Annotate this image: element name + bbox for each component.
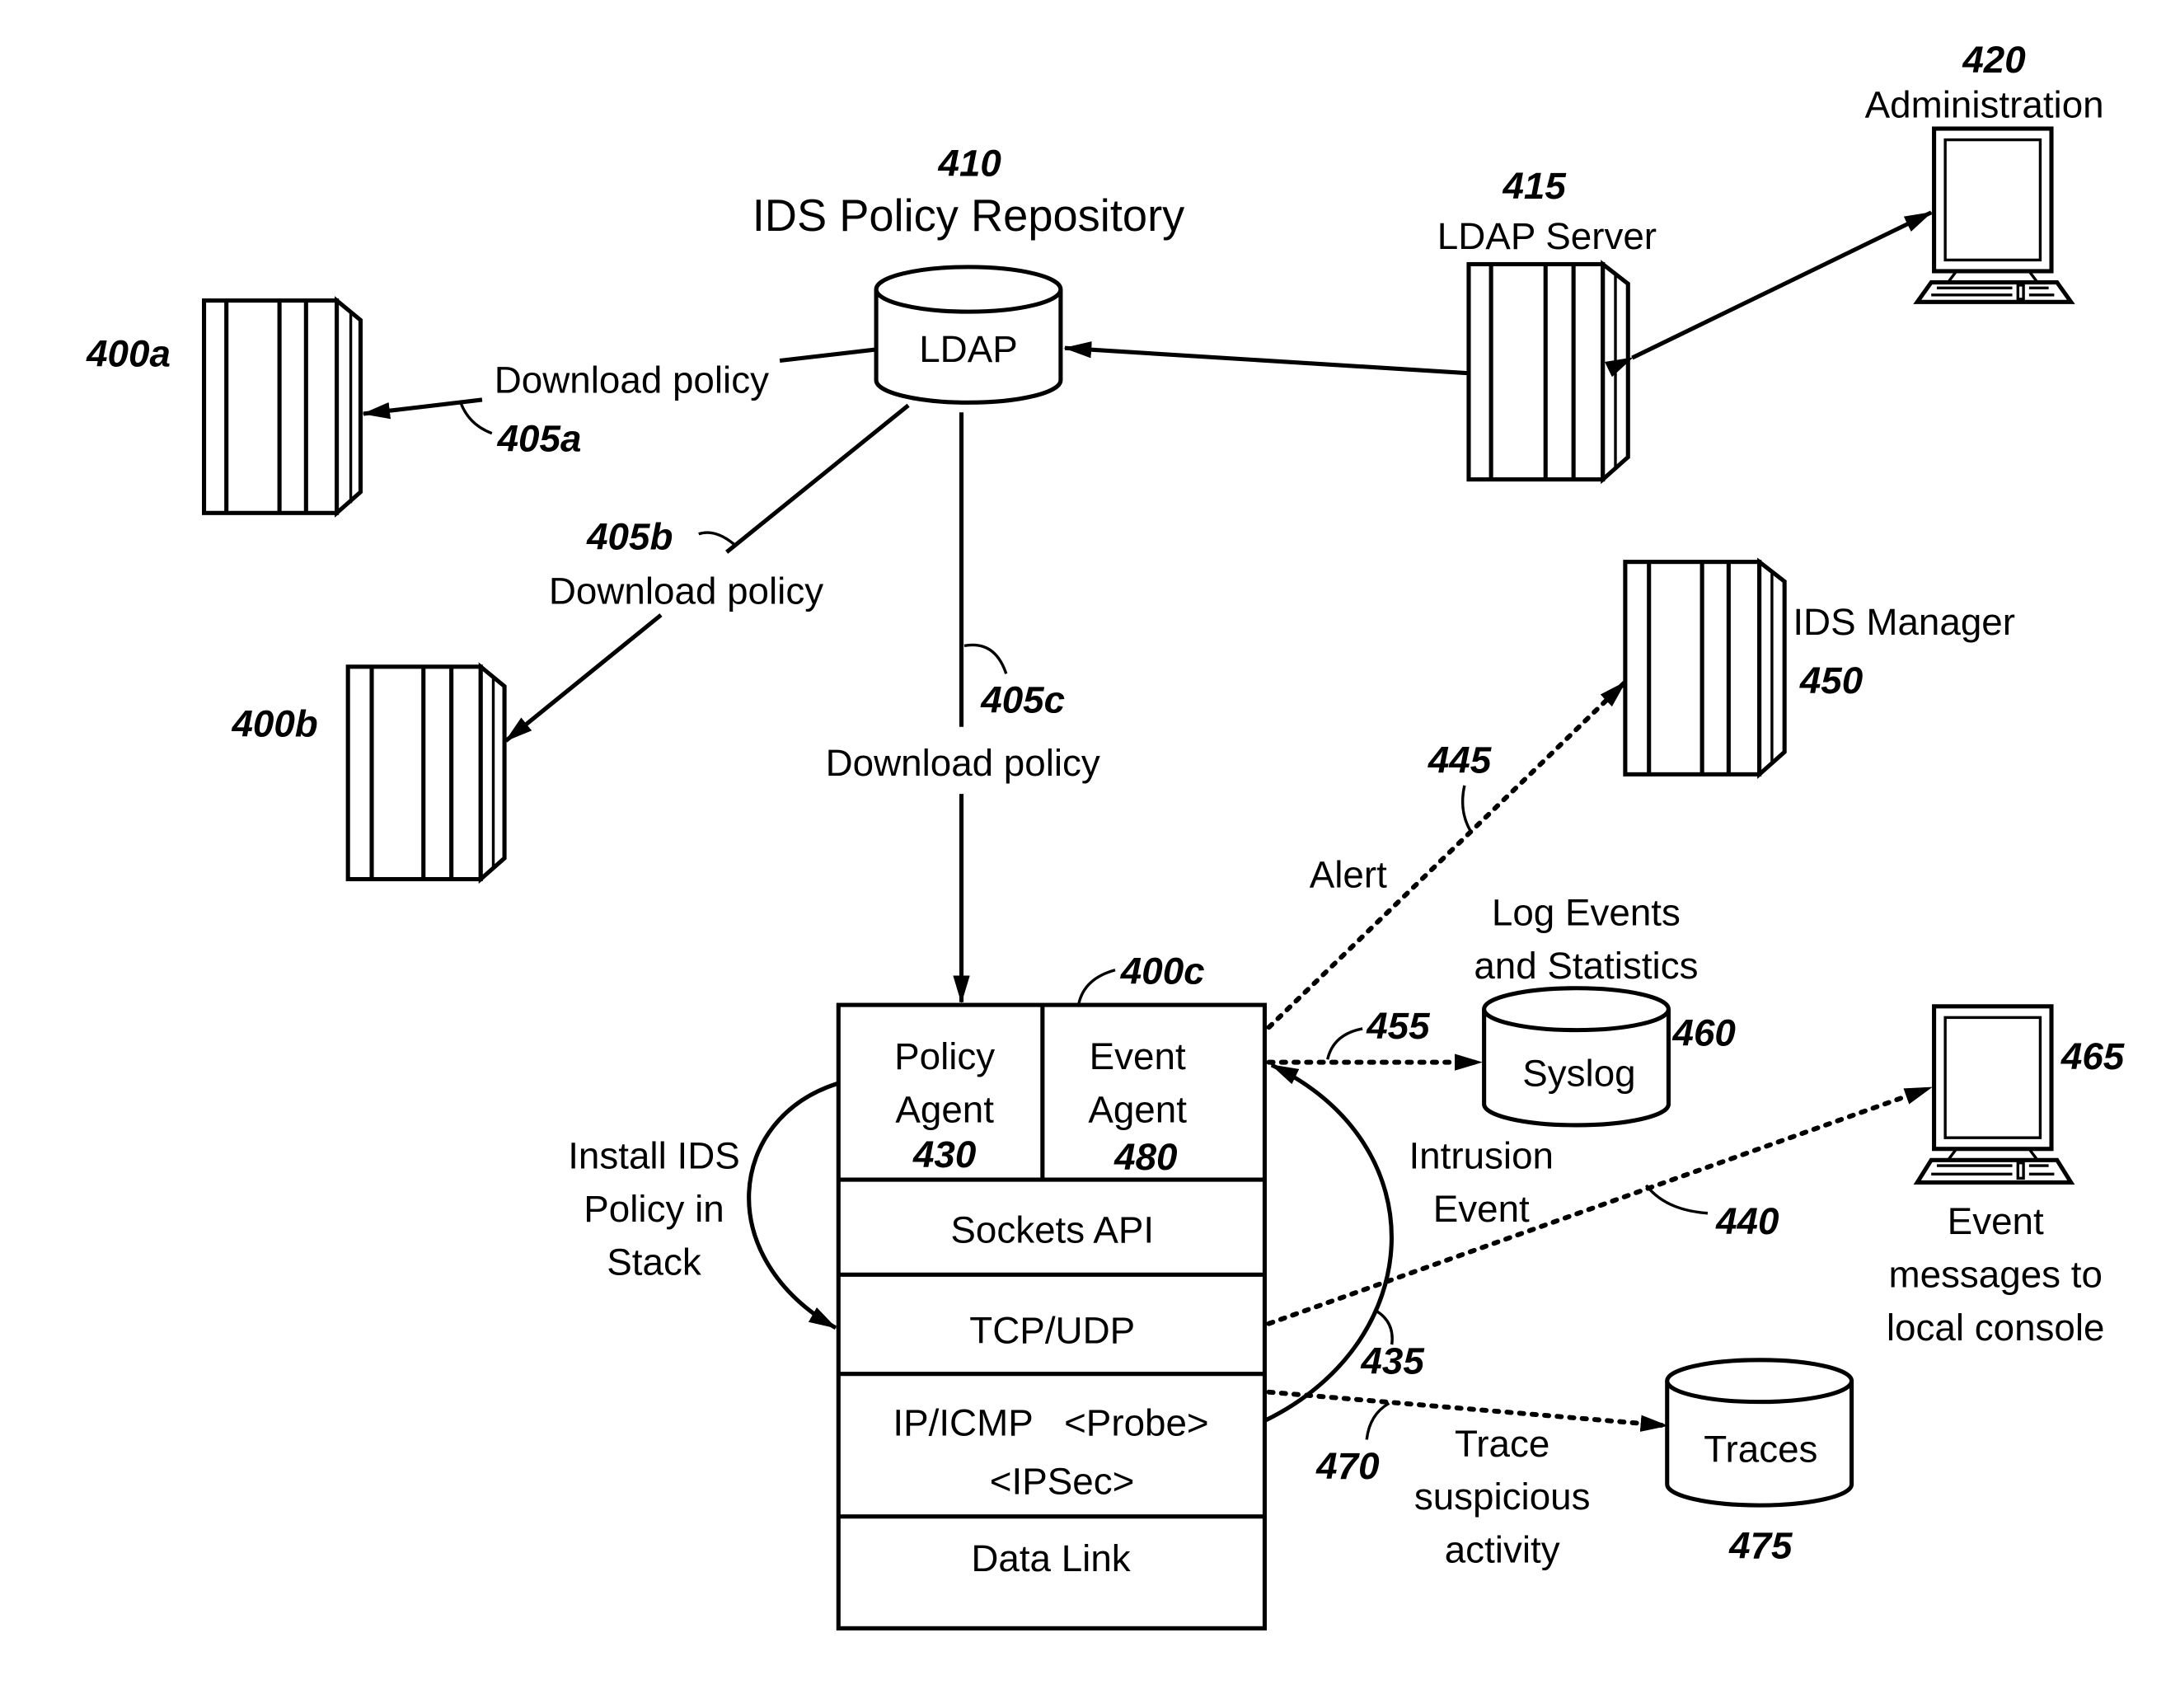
leader-line bbox=[459, 403, 493, 435]
ref-460: 460 bbox=[1672, 1011, 1736, 1053]
host-400b: 400b bbox=[231, 662, 507, 884]
server-icon bbox=[1623, 557, 1787, 780]
flow-455: 455 bbox=[1266, 1005, 1484, 1071]
leader-line bbox=[1460, 785, 1472, 832]
sockets-api-layer: Sockets API bbox=[950, 1208, 1154, 1250]
event-agent-line2: Agent bbox=[1088, 1089, 1187, 1131]
trace-arrow bbox=[1266, 1389, 1670, 1432]
leader-line bbox=[1326, 1027, 1363, 1060]
administration-label: Administration bbox=[1865, 83, 2104, 125]
event-agent-line1: Event bbox=[1090, 1035, 1186, 1077]
intrusion-label-line1: Intrusion bbox=[1409, 1134, 1554, 1176]
tcp-udp-layer: TCP/UDP bbox=[969, 1309, 1135, 1351]
ref-405b: 405b bbox=[586, 515, 673, 557]
syslog-label: Syslog bbox=[1522, 1052, 1635, 1094]
flow-405b-label: Download policy bbox=[549, 570, 823, 612]
flow-405a-label: Download policy bbox=[495, 359, 769, 401]
ref-475: 475 bbox=[1728, 1525, 1793, 1567]
ref-465: 465 bbox=[2060, 1035, 2125, 1077]
flow-470: 470 Trace suspicious activity bbox=[1266, 1389, 1670, 1571]
traces-label: Traces bbox=[1704, 1429, 1817, 1471]
ref-400a: 400a bbox=[86, 332, 171, 374]
computer-icon bbox=[1913, 1004, 2075, 1185]
ldap-db-label: LDAP bbox=[919, 328, 1018, 370]
local-console: 465 Event messages to local console bbox=[1887, 1004, 2125, 1349]
flow-405b-line-upper bbox=[725, 403, 910, 554]
syslog: Log Events and Statistics Syslog 460 bbox=[1474, 891, 1736, 1128]
console-caption-line1: Event bbox=[1948, 1200, 2044, 1242]
alert-label: Alert bbox=[1310, 854, 1387, 896]
ref-400b: 400b bbox=[231, 703, 317, 745]
computer-icon bbox=[1913, 126, 2075, 304]
ip-icmp-layer-line2: <IPSec> bbox=[990, 1461, 1135, 1503]
install-label-line2: Policy in bbox=[584, 1188, 724, 1230]
ids-architecture-diagram: 410 IDS Policy Repository LDAP 400a 400b bbox=[86, 39, 2125, 1631]
flow-405c-label: Download policy bbox=[826, 742, 1100, 784]
ref-420: 420 bbox=[1962, 39, 2025, 81]
flow-405c: 405c Download policy bbox=[826, 412, 1100, 1004]
flow-405b-arrow bbox=[504, 613, 663, 743]
ref-415: 415 bbox=[1502, 165, 1566, 207]
server-icon bbox=[1466, 260, 1630, 485]
syslog-caption-line2: and Statistics bbox=[1474, 945, 1698, 987]
ref-445: 445 bbox=[1428, 739, 1492, 781]
data-link-layer: Data Link bbox=[971, 1537, 1130, 1579]
ids-manager-label: IDS Manager bbox=[1793, 601, 2015, 643]
console-caption-line3: local console bbox=[1887, 1307, 2105, 1349]
ref-410: 410 bbox=[938, 143, 1001, 185]
leader-line bbox=[1644, 1184, 1709, 1215]
install-policy-arrow bbox=[747, 1081, 840, 1330]
leader-line bbox=[1365, 1401, 1390, 1440]
policy-agent-line1: Policy bbox=[894, 1035, 995, 1077]
ldap-server-label: LDAP Server bbox=[1437, 215, 1657, 257]
ref-430: 430 bbox=[912, 1133, 976, 1175]
ref-480: 480 bbox=[1113, 1136, 1177, 1178]
trace-label-line2: suspicious bbox=[1414, 1476, 1591, 1518]
trace-label-line3: activity bbox=[1445, 1529, 1560, 1571]
trace-label-line1: Trace bbox=[1455, 1423, 1549, 1465]
install-label-line3: Stack bbox=[607, 1241, 701, 1283]
leader-line bbox=[963, 643, 1008, 674]
ref-450: 450 bbox=[1799, 659, 1863, 702]
ip-icmp-layer-line1: IP/ICMP <Probe> bbox=[893, 1401, 1208, 1443]
flow-405a: Download policy 405a bbox=[362, 347, 877, 460]
ids-manager: IDS Manager 450 bbox=[1623, 557, 2015, 780]
ref-405c: 405c bbox=[980, 679, 1065, 721]
ref-455: 455 bbox=[1366, 1005, 1430, 1047]
syslog-caption-line1: Log Events bbox=[1492, 891, 1681, 933]
traces: Traces 475 bbox=[1665, 1358, 1854, 1567]
admin-ldap-server-link bbox=[1604, 210, 1933, 378]
host-400a: 400a bbox=[86, 296, 363, 518]
policy-agent-line2: Agent bbox=[895, 1089, 994, 1131]
server-icon bbox=[202, 296, 363, 518]
leader-line bbox=[1077, 969, 1116, 1004]
repository-title: IDS Policy Repository bbox=[752, 191, 1185, 241]
ref-440: 440 bbox=[1715, 1200, 1779, 1242]
console-caption-line2: messages to bbox=[1888, 1254, 2102, 1296]
server-icon bbox=[345, 662, 507, 884]
host-400c-stack: 400c Policy Agent 430 Event Agent 480 So… bbox=[836, 950, 1267, 1631]
ref-435: 435 bbox=[1360, 1340, 1424, 1382]
ref-405a: 405a bbox=[497, 418, 582, 460]
intrusion-label-line2: Event bbox=[1433, 1188, 1530, 1230]
ref-400c: 400c bbox=[1120, 950, 1205, 992]
ref-470: 470 bbox=[1315, 1445, 1379, 1487]
install-label-line1: Install IDS bbox=[568, 1134, 740, 1176]
ldap-server: 415 LDAP Server bbox=[1437, 165, 1657, 485]
administration-workstation: 420 Administration bbox=[1865, 39, 2104, 304]
leader-line bbox=[698, 531, 736, 547]
flow-405a-line-upper bbox=[779, 347, 877, 364]
ldap-server-to-repository-arrow bbox=[1063, 341, 1470, 376]
install-policy-flow: Install IDS Policy in Stack bbox=[568, 1081, 840, 1330]
ids-policy-repository: 410 IDS Policy Repository LDAP bbox=[752, 143, 1185, 405]
